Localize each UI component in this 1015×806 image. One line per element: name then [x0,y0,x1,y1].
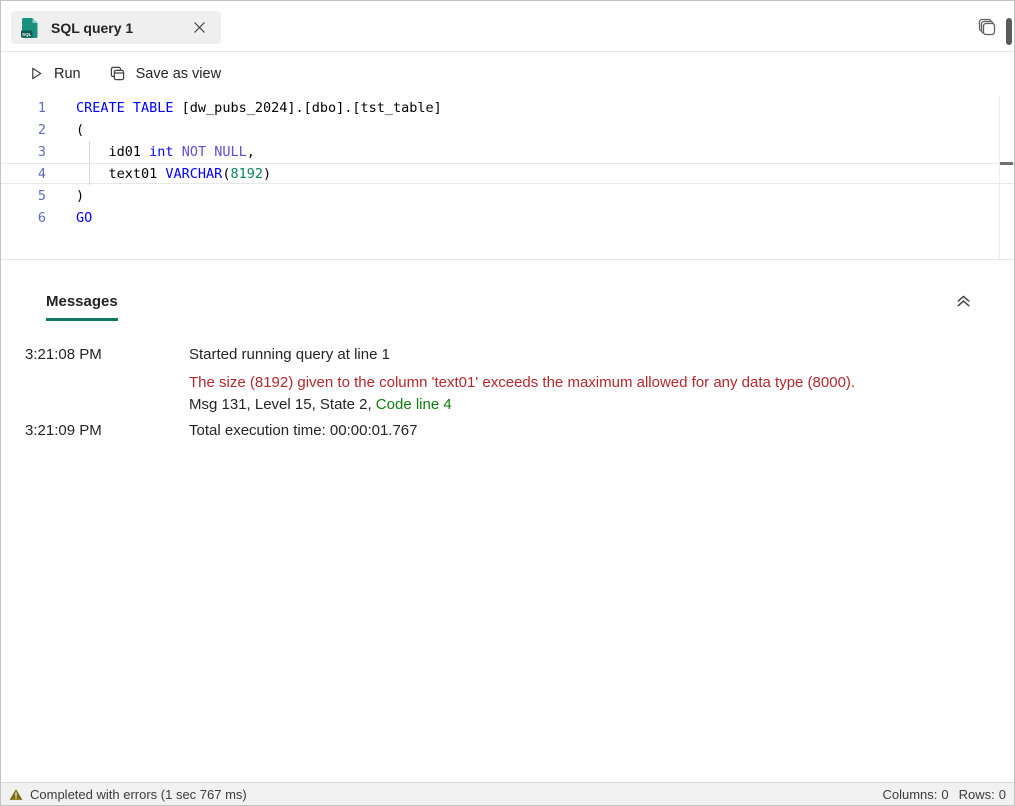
page-scrollbar-thumb[interactable] [1006,18,1012,45]
tab-bar: SQL SQL query 1 [1,1,1014,52]
sql-file-icon: SQL [21,17,39,39]
rows-value: 0 [998,786,1006,802]
close-icon[interactable] [191,20,207,36]
message-row: Msg 131, Level 15, State 2, Code line 4 [1,394,994,416]
message-timestamp [1,394,189,416]
line-number: 3 [37,144,46,160]
rows-label: Rows: [958,786,995,802]
query-toolbar: Run Save as view [1,52,1014,95]
line-number: 2 [37,122,46,138]
code-lines: 1 CREATE TABLE [dw_pubs_2024].[dbo].[tst_… [1,97,1014,229]
message-row: 3:21:09 PM Total execution time: 00:00:01… [1,420,994,442]
status-bar: Completed with errors (1 sec 767 ms) Col… [1,782,1014,805]
tab-title: SQL query 1 [51,19,134,36]
message-text: Msg 131, Level 15, State 2, Code line 4 [189,396,452,413]
play-icon [29,66,44,81]
messages-panel: Messages 3:21:08 PM Started running query… [1,260,1014,784]
code-text: ( [76,122,85,138]
message-text: Total execution time: 00:00:01.767 [189,422,418,439]
tab-messages[interactable]: Messages [46,293,118,321]
tab-sql-query-1[interactable]: SQL SQL query 1 [11,11,221,44]
query-editor-window: SQL SQL query 1 Run Save as view 1 CREAT… [0,0,1015,806]
code-line[interactable]: 1 CREATE TABLE [dw_pubs_2024].[dbo].[tst_… [1,97,1014,119]
svg-text:SQL: SQL [22,31,32,36]
messages-list: 3:21:08 PM Started running query at line … [1,344,994,442]
save-as-view-icon [109,65,126,82]
run-button[interactable]: Run [29,66,81,82]
code-text: id01 int NOT NULL, [76,144,255,160]
code-editor[interactable]: 1 CREATE TABLE [dw_pubs_2024].[dbo].[tst_… [1,95,1014,260]
message-text: The size (8192) given to the column 'tex… [189,374,856,391]
message-text: Started running query at line 1 [189,346,390,363]
warning-triangle-icon [9,788,23,801]
run-label: Run [54,65,81,82]
message-row: 3:21:08 PM Started running query at line … [1,344,994,366]
line-number: 1 [37,100,46,116]
columns-label: Columns: [882,786,938,802]
code-line[interactable]: 6 GO [1,207,1014,229]
save-as-view-label: Save as view [135,65,222,82]
message-timestamp [1,372,189,394]
code-text: GO [76,210,93,226]
line-number: 5 [37,188,46,204]
line-number: 4 [37,166,46,182]
double-chevron-up-icon[interactable] [954,292,974,312]
message-timestamp: 3:21:09 PM [25,422,102,439]
code-text: text01 VARCHAR(8192) [76,166,272,182]
save-as-view-button[interactable]: Save as view [109,65,221,82]
code-text: CREATE TABLE [dw_pubs_2024].[dbo].[tst_t… [76,100,442,116]
code-line[interactable]: 4 text01 VARCHAR(8192) [1,163,1014,185]
message-row: The size (8192) given to the column 'tex… [1,372,994,394]
line-number: 6 [37,210,46,226]
editor-scrollbar[interactable] [999,95,1014,259]
code-line[interactable]: 5) [1,185,1014,207]
duplicate-icon[interactable] [976,16,998,38]
message-timestamp: 3:21:08 PM [25,346,102,363]
cursor-line-marker [1000,162,1013,165]
columns-value: 0 [941,786,949,802]
status-message: Completed with errors (1 sec 767 ms) [30,786,247,802]
code-line[interactable]: 3 id01 int NOT NULL, [1,141,1014,163]
code-text: ) [76,188,85,204]
code-line[interactable]: 2( [1,119,1014,141]
code-line-link[interactable]: Code line 4 [376,396,452,413]
